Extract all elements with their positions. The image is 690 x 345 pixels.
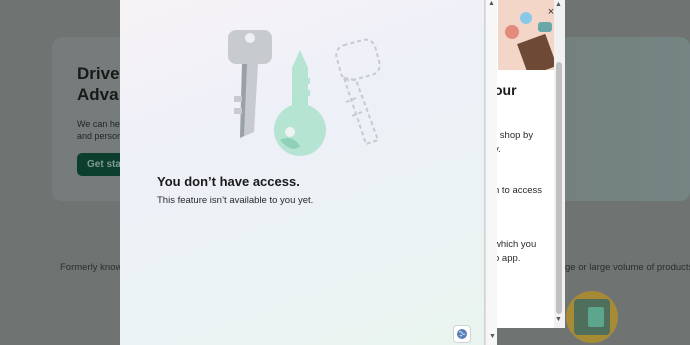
- access-dialog: You don’t have access. This feature isn’…: [120, 0, 485, 345]
- dialog-title: You don’t have access.: [157, 174, 300, 189]
- scroll-down-icon[interactable]: ▼: [555, 316, 562, 323]
- dialog-subtitle: This feature isn’t available to you yet.: [157, 195, 314, 206]
- gray-key-icon: [228, 30, 272, 138]
- side-panel-text: n to access: [494, 185, 543, 196]
- scroll-up-icon[interactable]: ▲: [488, 0, 495, 7]
- scrollbar-thumb[interactable]: [556, 62, 562, 314]
- side-panel-text: r shop by: [494, 130, 534, 141]
- dialog-scrollbar[interactable]: ▲ ▼: [485, 0, 497, 345]
- scroll-down-icon[interactable]: ▼: [489, 333, 496, 340]
- mint-key-icon: [274, 50, 326, 156]
- side-panel-heading: our: [494, 82, 517, 98]
- side-panel-text: o app.: [494, 253, 521, 264]
- globe-icon: [457, 329, 467, 339]
- side-panel-text: which you: [494, 239, 537, 250]
- products-text: ge or large volume of products.: [565, 262, 690, 273]
- outline-key-icon: [335, 38, 381, 146]
- key-illustration: [228, 30, 381, 156]
- side-panel-scrollbar[interactable]: ▲ ▼: [554, 0, 565, 328]
- scroll-up-icon[interactable]: ▲: [555, 1, 562, 8]
- formerly-known-text: Formerly known: [60, 262, 128, 273]
- globe-button[interactable]: [453, 325, 471, 343]
- side-panel: × our r shop by y. n to access which you…: [485, 0, 565, 328]
- avatar[interactable]: [566, 291, 618, 343]
